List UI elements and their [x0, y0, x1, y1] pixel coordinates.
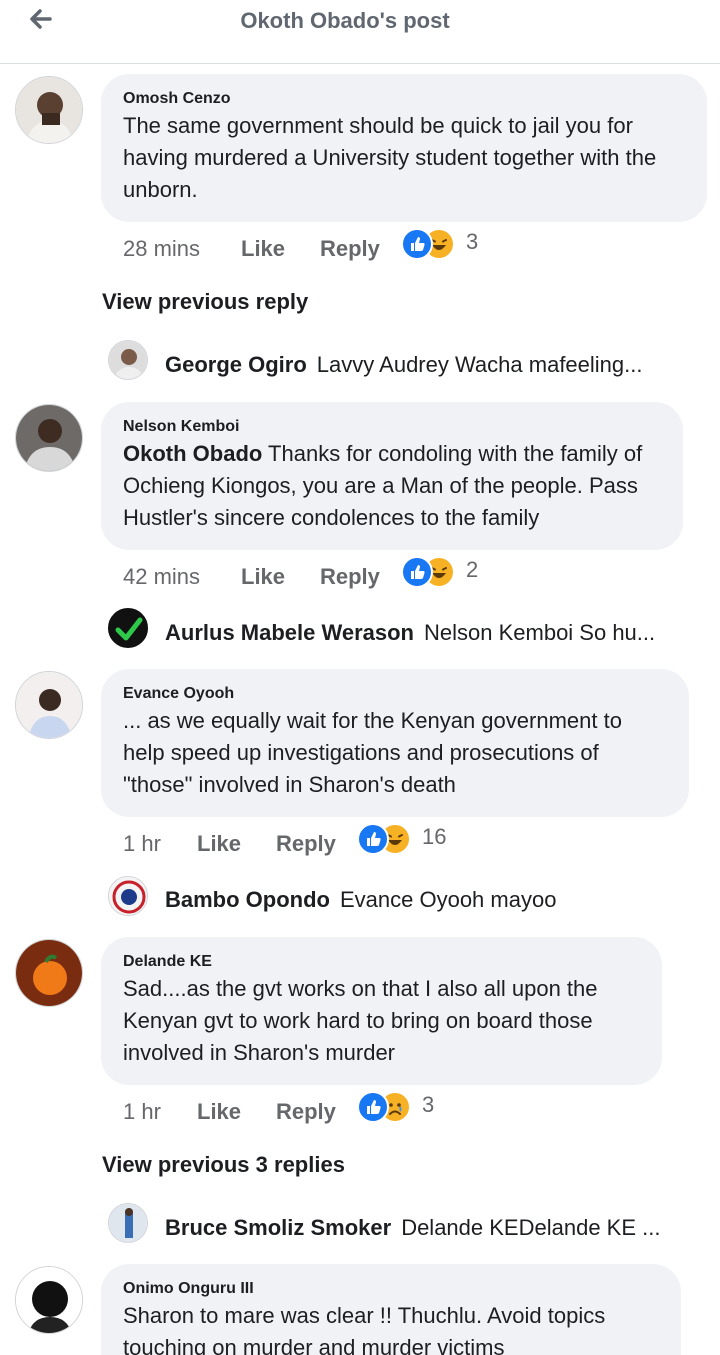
avatar[interactable]	[15, 671, 83, 739]
reply-preview[interactable]: Aurlus Mabele Werason Nelson Kemboi So hu…	[165, 620, 685, 646]
comment-author[interactable]: Onimo Onguru III	[123, 1278, 659, 1300]
comment-author[interactable]: Nelson Kemboi	[123, 416, 661, 438]
like-button[interactable]: Like	[241, 236, 285, 262]
comment-bubble: Evance Oyooh ... as we equally wait for …	[101, 669, 689, 817]
mention-link[interactable]: Okoth Obado	[123, 441, 262, 466]
comment-actions: 28 mins Like Reply 3	[123, 228, 523, 268]
reply-button[interactable]: Reply	[320, 564, 380, 590]
comment-text: Okoth Obado Thanks for condoling with th…	[123, 441, 643, 530]
reply-text: Nelson Kemboi So hu...	[424, 620, 656, 645]
reaction-summary[interactable]: 3	[357, 1091, 447, 1123]
comment-text: ... as we equally wait for the Kenyan go…	[123, 708, 622, 797]
reply-author[interactable]: Bambo Opondo	[165, 887, 330, 912]
like-button[interactable]: Like	[197, 1099, 241, 1125]
comment-text: The same government should be quick to j…	[123, 113, 657, 202]
reply-author[interactable]: George Ogiro	[165, 352, 307, 377]
comment-bubble: Onimo Onguru III Sharon to mare was clea…	[101, 1264, 681, 1355]
comment-text: Sad....as the gvt works on that I also a…	[123, 976, 598, 1065]
avatar[interactable]	[108, 340, 148, 380]
view-previous-replies[interactable]: View previous reply	[102, 289, 308, 315]
avatar[interactable]	[108, 876, 148, 916]
comment-bubble: Omosh Cenzo The same government should b…	[101, 74, 707, 222]
comment-actions: 42 mins Like Reply 2	[123, 556, 523, 596]
comment-author[interactable]: Omosh Cenzo	[123, 88, 685, 110]
reaction-summary[interactable]: 16	[357, 823, 457, 855]
reaction-count: 16	[422, 824, 447, 849]
comment-text: Sharon to mare was clear !! Thuchlu. Avo…	[123, 1303, 606, 1355]
like-button[interactable]: Like	[197, 831, 241, 857]
avatar[interactable]	[15, 1266, 83, 1334]
like-reaction-icon	[357, 1091, 389, 1123]
reply-button[interactable]: Reply	[276, 1099, 336, 1125]
avatar[interactable]	[15, 939, 83, 1007]
avatar[interactable]	[15, 404, 83, 472]
comment-actions: 1 hr Like Reply 16	[123, 823, 523, 863]
reaction-summary[interactable]: 3	[401, 228, 491, 260]
reply-preview[interactable]: George Ogiro Lavvy Audrey Wacha mafeeling…	[165, 352, 685, 378]
comment-author[interactable]: Delande KE	[123, 951, 640, 973]
comment-time[interactable]: 42 mins	[123, 564, 200, 590]
comment-author[interactable]: Evance Oyooh	[123, 683, 667, 705]
reply-text: Delande KEDelande KE ...	[401, 1215, 661, 1240]
comment-actions: 1 hr Like Reply 3	[123, 1091, 523, 1131]
avatar[interactable]	[108, 608, 148, 648]
reply-preview[interactable]: Bruce Smoliz Smoker Delande KEDelande KE …	[165, 1215, 685, 1241]
comment-time[interactable]: 1 hr	[123, 1099, 161, 1125]
view-previous-replies[interactable]: View previous 3 replies	[102, 1152, 345, 1178]
comment-time[interactable]: 1 hr	[123, 831, 161, 857]
avatar[interactable]	[108, 1203, 148, 1243]
reply-author[interactable]: Aurlus Mabele Werason	[165, 620, 414, 645]
comment-bubble: Delande KE Sad....as the gvt works on th…	[101, 937, 662, 1085]
reply-author[interactable]: Bruce Smoliz Smoker	[165, 1215, 391, 1240]
page-title: Okoth Obado's post	[240, 8, 450, 33]
comment-bubble: Nelson Kemboi Okoth Obado Thanks for con…	[101, 402, 683, 550]
reply-button[interactable]: Reply	[320, 236, 380, 262]
reaction-count: 3	[466, 229, 479, 254]
like-button[interactable]: Like	[241, 564, 285, 590]
like-reaction-icon	[401, 556, 433, 588]
reply-preview[interactable]: Bambo Opondo Evance Oyooh mayoo	[165, 887, 685, 913]
reply-button[interactable]: Reply	[276, 831, 336, 857]
reaction-count: 3	[422, 1092, 435, 1117]
like-reaction-icon	[401, 228, 433, 260]
like-reaction-icon	[357, 823, 389, 855]
reaction-summary[interactable]: 2	[401, 556, 491, 588]
reaction-count: 2	[466, 557, 479, 582]
reply-text: Lavvy Audrey Wacha mafeeling...	[316, 352, 643, 377]
reply-text: Evance Oyooh mayoo	[339, 887, 557, 912]
avatar[interactable]	[15, 76, 83, 144]
comment-time[interactable]: 28 mins	[123, 236, 200, 262]
post-header: Okoth Obado's post	[0, 0, 720, 64]
